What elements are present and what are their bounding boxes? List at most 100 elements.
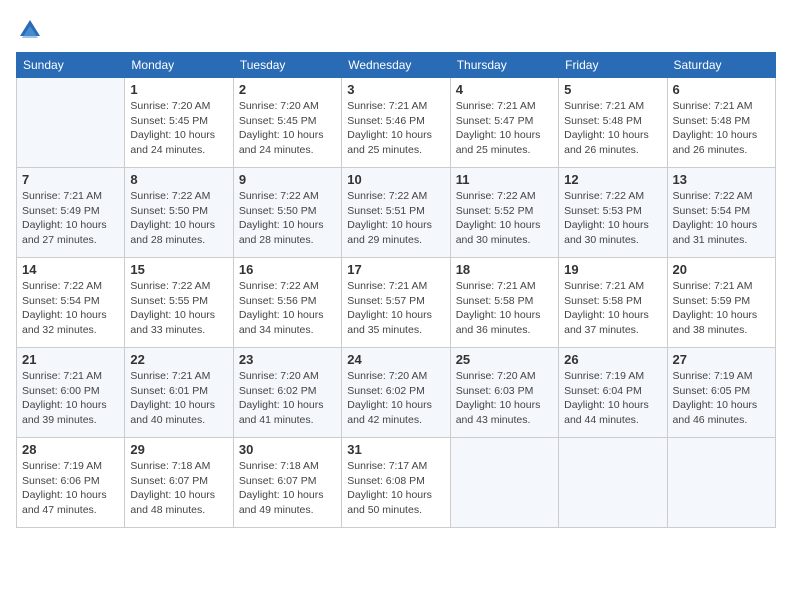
calendar-cell [667,438,775,528]
day-info: Sunrise: 7:22 AM Sunset: 5:56 PM Dayligh… [239,279,336,338]
day-number: 4 [456,82,553,97]
day-info: Sunrise: 7:21 AM Sunset: 6:01 PM Dayligh… [130,369,227,428]
day-number: 29 [130,442,227,457]
day-info: Sunrise: 7:18 AM Sunset: 6:07 PM Dayligh… [130,459,227,518]
calendar-header-row: SundayMondayTuesdayWednesdayThursdayFrid… [17,53,776,78]
day-info: Sunrise: 7:22 AM Sunset: 5:50 PM Dayligh… [130,189,227,248]
week-row-3: 14 Sunrise: 7:22 AM Sunset: 5:54 PM Dayli… [17,258,776,348]
calendar-cell: 13 Sunrise: 7:22 AM Sunset: 5:54 PM Dayli… [667,168,775,258]
calendar-cell: 30 Sunrise: 7:18 AM Sunset: 6:07 PM Dayli… [233,438,341,528]
day-number: 22 [130,352,227,367]
calendar-cell [559,438,667,528]
calendar-cell: 20 Sunrise: 7:21 AM Sunset: 5:59 PM Dayli… [667,258,775,348]
day-number: 28 [22,442,119,457]
calendar-cell: 24 Sunrise: 7:20 AM Sunset: 6:02 PM Dayli… [342,348,450,438]
week-row-1: 1 Sunrise: 7:20 AM Sunset: 5:45 PM Daylig… [17,78,776,168]
calendar-cell: 9Sunrise: 7:22 AM Sunset: 5:50 PM Daylig… [233,168,341,258]
day-number: 17 [347,262,444,277]
week-row-2: 7Sunrise: 7:21 AM Sunset: 5:49 PM Daylig… [17,168,776,258]
day-number: 23 [239,352,336,367]
day-info: Sunrise: 7:21 AM Sunset: 5:57 PM Dayligh… [347,279,444,338]
calendar-cell [450,438,558,528]
day-number: 13 [673,172,770,187]
logo [16,16,48,44]
day-info: Sunrise: 7:21 AM Sunset: 5:49 PM Dayligh… [22,189,119,248]
calendar-cell: 19 Sunrise: 7:21 AM Sunset: 5:58 PM Dayli… [559,258,667,348]
calendar-cell: 6 Sunrise: 7:21 AM Sunset: 5:48 PM Daylig… [667,78,775,168]
calendar-cell: 5 Sunrise: 7:21 AM Sunset: 5:48 PM Daylig… [559,78,667,168]
day-number: 26 [564,352,661,367]
day-info: Sunrise: 7:21 AM Sunset: 5:48 PM Dayligh… [564,99,661,158]
calendar-cell: 17 Sunrise: 7:21 AM Sunset: 5:57 PM Dayli… [342,258,450,348]
day-header-sunday: Sunday [17,53,125,78]
day-info: Sunrise: 7:19 AM Sunset: 6:05 PM Dayligh… [673,369,770,428]
calendar-cell: 26 Sunrise: 7:19 AM Sunset: 6:04 PM Dayli… [559,348,667,438]
day-info: Sunrise: 7:20 AM Sunset: 5:45 PM Dayligh… [130,99,227,158]
calendar-cell: 29 Sunrise: 7:18 AM Sunset: 6:07 PM Dayli… [125,438,233,528]
calendar-cell: 7Sunrise: 7:21 AM Sunset: 5:49 PM Daylig… [17,168,125,258]
day-number: 25 [456,352,553,367]
calendar-cell: 15Sunrise: 7:22 AM Sunset: 5:55 PM Dayli… [125,258,233,348]
day-number: 21 [22,352,119,367]
day-header-saturday: Saturday [667,53,775,78]
calendar-cell: 25 Sunrise: 7:20 AM Sunset: 6:03 PM Dayli… [450,348,558,438]
day-number: 16 [239,262,336,277]
day-info: Sunrise: 7:17 AM Sunset: 6:08 PM Dayligh… [347,459,444,518]
calendar-cell: 22 Sunrise: 7:21 AM Sunset: 6:01 PM Dayli… [125,348,233,438]
day-info: Sunrise: 7:21 AM Sunset: 6:00 PM Dayligh… [22,369,119,428]
day-info: Sunrise: 7:19 AM Sunset: 6:04 PM Dayligh… [564,369,661,428]
day-header-wednesday: Wednesday [342,53,450,78]
day-number: 19 [564,262,661,277]
calendar-cell: 11 Sunrise: 7:22 AM Sunset: 5:52 PM Dayli… [450,168,558,258]
day-info: Sunrise: 7:20 AM Sunset: 6:02 PM Dayligh… [347,369,444,428]
day-number: 20 [673,262,770,277]
day-number: 9 [239,172,336,187]
page-header [16,16,776,44]
day-number: 14 [22,262,119,277]
day-info: Sunrise: 7:21 AM Sunset: 5:47 PM Dayligh… [456,99,553,158]
calendar-cell: 2Sunrise: 7:20 AM Sunset: 5:45 PM Daylig… [233,78,341,168]
day-info: Sunrise: 7:22 AM Sunset: 5:52 PM Dayligh… [456,189,553,248]
day-header-monday: Monday [125,53,233,78]
day-info: Sunrise: 7:20 AM Sunset: 5:45 PM Dayligh… [239,99,336,158]
day-info: Sunrise: 7:21 AM Sunset: 5:58 PM Dayligh… [456,279,553,338]
day-info: Sunrise: 7:22 AM Sunset: 5:54 PM Dayligh… [673,189,770,248]
day-info: Sunrise: 7:22 AM Sunset: 5:51 PM Dayligh… [347,189,444,248]
day-number: 1 [130,82,227,97]
day-info: Sunrise: 7:20 AM Sunset: 6:03 PM Dayligh… [456,369,553,428]
day-number: 30 [239,442,336,457]
week-row-4: 21 Sunrise: 7:21 AM Sunset: 6:00 PM Dayli… [17,348,776,438]
calendar-cell: 4 Sunrise: 7:21 AM Sunset: 5:47 PM Daylig… [450,78,558,168]
day-info: Sunrise: 7:21 AM Sunset: 5:46 PM Dayligh… [347,99,444,158]
day-info: Sunrise: 7:22 AM Sunset: 5:54 PM Dayligh… [22,279,119,338]
day-header-tuesday: Tuesday [233,53,341,78]
calendar-cell: 10 Sunrise: 7:22 AM Sunset: 5:51 PM Dayli… [342,168,450,258]
day-number: 6 [673,82,770,97]
calendar-cell: 21 Sunrise: 7:21 AM Sunset: 6:00 PM Dayli… [17,348,125,438]
logo-icon [16,16,44,44]
day-number: 10 [347,172,444,187]
day-number: 8 [130,172,227,187]
day-header-thursday: Thursday [450,53,558,78]
day-number: 27 [673,352,770,367]
calendar-cell: 12 Sunrise: 7:22 AM Sunset: 5:53 PM Dayli… [559,168,667,258]
calendar-cell: 16 Sunrise: 7:22 AM Sunset: 5:56 PM Dayli… [233,258,341,348]
day-info: Sunrise: 7:19 AM Sunset: 6:06 PM Dayligh… [22,459,119,518]
day-info: Sunrise: 7:20 AM Sunset: 6:02 PM Dayligh… [239,369,336,428]
day-info: Sunrise: 7:21 AM Sunset: 5:48 PM Dayligh… [673,99,770,158]
day-number: 15 [130,262,227,277]
day-info: Sunrise: 7:21 AM Sunset: 5:58 PM Dayligh… [564,279,661,338]
day-number: 12 [564,172,661,187]
day-number: 11 [456,172,553,187]
calendar-cell: 8 Sunrise: 7:22 AM Sunset: 5:50 PM Daylig… [125,168,233,258]
day-number: 3 [347,82,444,97]
day-number: 24 [347,352,444,367]
calendar-cell: 3 Sunrise: 7:21 AM Sunset: 5:46 PM Daylig… [342,78,450,168]
day-info: Sunrise: 7:18 AM Sunset: 6:07 PM Dayligh… [239,459,336,518]
day-number: 31 [347,442,444,457]
calendar-cell [17,78,125,168]
day-number: 5 [564,82,661,97]
day-info: Sunrise: 7:22 AM Sunset: 5:53 PM Dayligh… [564,189,661,248]
day-info: Sunrise: 7:21 AM Sunset: 5:59 PM Dayligh… [673,279,770,338]
week-row-5: 28 Sunrise: 7:19 AM Sunset: 6:06 PM Dayli… [17,438,776,528]
